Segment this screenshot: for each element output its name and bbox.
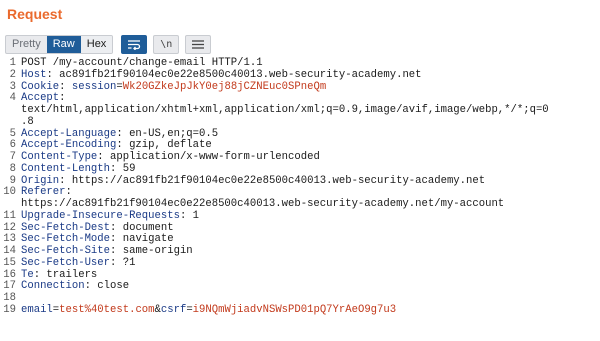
panel-title: Request [7, 6, 63, 22]
header-name: Sec-Fetch-User [21, 256, 111, 269]
line-number: 8 [9, 162, 16, 175]
line-number: 19 [3, 303, 16, 316]
line-number: 2 [9, 68, 16, 81]
param-name: csrf [160, 303, 187, 316]
view-mode-switch: Pretty Raw Hex [5, 34, 114, 54]
cookie-name: session [71, 80, 117, 93]
editor-line-wrap: text/html,application/xhtml+xml,applicat… [0, 104, 600, 117]
line-number [0, 117, 21, 129]
editor-line-body: 19 email=test%40test.com&csrf=i9NQmWjiad… [0, 303, 600, 317]
line-number: 11 [3, 209, 16, 222]
header-name: Content-Type [21, 151, 98, 163]
header-name: Upgrade-Insecure-Requests [21, 209, 180, 222]
header-name: Content-Length [21, 162, 111, 175]
header-name: Accept-Encoding [21, 139, 117, 152]
header-name: Accept [21, 92, 60, 105]
header-value: close [90, 280, 130, 293]
line-number: 15 [3, 256, 16, 269]
header-name: Te [21, 268, 34, 281]
header-value: en-US,en;q=0.5 [122, 127, 219, 140]
header-name: Cookie [21, 80, 60, 93]
header-name: Host [21, 68, 47, 81]
header-value: 1 [186, 209, 200, 222]
line-number [0, 105, 21, 117]
editor-line: 9 Origin: https://ac891fb21f90104ec0e22e… [0, 174, 600, 188]
header-name: Origin [21, 174, 60, 187]
cookie-value: Wk20GZkeJpJkY0ej88jCZNEuc0SPneQm [122, 80, 327, 93]
word-wrap-icon [128, 39, 141, 50]
request-editor[interactable]: 1 POST /my-account/change-email HTTP/1.1… [0, 57, 600, 341]
param-value: test%40test.com [59, 303, 155, 316]
editor-line: 17 Connection: close [0, 280, 600, 293]
newline-icon: \n [160, 38, 173, 50]
editor-toolbar: Pretty Raw Hex \n [5, 34, 212, 54]
line-number: 7 [9, 151, 16, 163]
hamburger-icon [192, 39, 205, 49]
line-number [0, 199, 21, 211]
tab-raw[interactable]: Raw [46, 35, 81, 53]
header-value: trailers [40, 268, 98, 281]
show-newlines-button[interactable]: \n [153, 34, 180, 54]
param-name: email [21, 303, 53, 316]
tab-pretty[interactable]: Pretty [6, 36, 47, 53]
word-wrap-button[interactable] [121, 34, 148, 54]
header-value: text/html,application/xhtml+xml,applicat… [21, 104, 549, 116]
header-value: navigate [116, 233, 174, 246]
tab-hex[interactable]: Hex [80, 35, 113, 53]
header-name: Sec-Fetch-Site [21, 245, 111, 257]
header-name: Referer [21, 186, 66, 199]
header-value: application/x-www-form-urlencoded [103, 151, 320, 163]
line-number: 14 [3, 245, 16, 257]
editor-line: 3 Cookie: session=Wk20GZkeJpJkY0ej88jCZN… [0, 80, 600, 94]
line-number: 4 [9, 92, 16, 105]
header-name: Sec-Fetch-Dest [21, 221, 111, 234]
header-name: Sec-Fetch-Mode [21, 233, 111, 246]
header-value: same-origin [116, 245, 193, 257]
header-value: 59 [116, 162, 136, 175]
header-name: Accept-Language [21, 127, 117, 140]
line-number: 1 [9, 57, 16, 69]
header-value: gzip, deflate [122, 139, 212, 152]
header-name: Connection [21, 280, 85, 293]
param-value: i9NQmWjiadvNSWsPD01pQ7YrAeO9g7u3 [192, 303, 397, 316]
header-value: document [116, 221, 174, 234]
menu-button[interactable] [185, 34, 212, 54]
header-value: ac891fb21f90104ec0e22e8500c40013.web-sec… [52, 68, 422, 81]
header-value: ?1 [116, 256, 136, 269]
line-number: 18 [3, 292, 16, 304]
line-number: 10 [3, 186, 16, 199]
header-value: https://ac891fb21f90104ec0e22e8500c40013… [65, 174, 486, 187]
